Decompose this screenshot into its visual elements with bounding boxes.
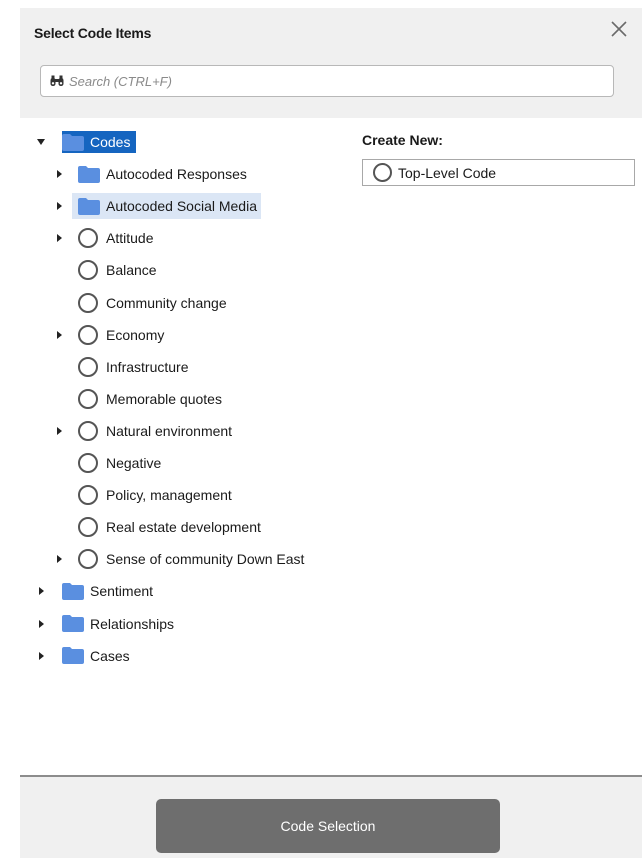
caret-right-icon[interactable] — [54, 201, 64, 211]
code-circle-icon — [78, 292, 98, 313]
folder-icon — [62, 647, 84, 665]
tree-item-label: Autocoded Responses — [106, 166, 247, 183]
tree-folder-row[interactable]: Cases — [39, 642, 130, 670]
tree-item-label: Autocoded Social Media — [106, 198, 257, 215]
folder-icon — [62, 133, 84, 151]
create-new-section: Create New: — [362, 132, 443, 148]
code-circle-icon — [78, 228, 98, 249]
tree-item-label: Sentiment — [90, 583, 154, 600]
caret-right-icon[interactable] — [36, 619, 46, 629]
code-circle-icon — [78, 549, 98, 570]
caret-right-icon[interactable] — [54, 330, 64, 340]
tree-code-row[interactable]: Sense of community Down East — [57, 545, 305, 573]
tree-item-label: Real estate development — [106, 519, 261, 536]
tree-code-row[interactable]: Balance — [78, 256, 157, 284]
folder-icon — [62, 615, 84, 632]
search-box — [40, 65, 614, 97]
code-circle-icon — [78, 453, 98, 473]
dialog-title: Select Code Items — [34, 25, 152, 41]
tree-code-row[interactable]: Memorable quotes — [78, 385, 222, 413]
tree-folder-row[interactable]: Autocoded Responses — [57, 160, 247, 188]
create-new-title: Create New: — [362, 132, 443, 148]
caret-right-icon[interactable] — [54, 426, 64, 436]
tree-item-label: Negative — [106, 455, 162, 471]
caret-right-icon[interactable] — [36, 651, 46, 661]
tree-item-label: Attitude — [106, 230, 154, 247]
code-circle-icon — [78, 388, 98, 409]
dialog-footer: Code Selection — [20, 777, 642, 858]
tree-code-row[interactable]: Real estate development — [78, 513, 261, 541]
tree-folder-row[interactable]: Sentiment — [39, 577, 154, 605]
folder-icon — [62, 582, 84, 600]
tree-folder-row[interactable]: Codes — [37, 131, 137, 153]
tree-item-label: Policy, management — [106, 487, 232, 504]
tree-code-row[interactable]: Natural environment — [57, 417, 233, 445]
tree-folder-row[interactable]: Autocoded Social Media — [57, 193, 261, 220]
search-input[interactable] — [69, 66, 609, 96]
top-level-code-label: Top-Level Code — [398, 164, 497, 181]
tree-code-row[interactable]: Negative — [78, 449, 161, 477]
code-circle-icon — [78, 420, 98, 441]
tree-item-label: Infrastructure — [106, 358, 189, 375]
folder-icon — [78, 165, 100, 183]
tree-code-row[interactable]: Infrastructure — [78, 353, 188, 381]
caret-right-icon[interactable] — [54, 233, 64, 243]
tree-item-label: Sense of community Down East — [106, 551, 305, 568]
top-level-code-button[interactable]: Top-Level Code — [362, 159, 635, 186]
code-circle-icon — [78, 324, 98, 345]
binoculars-icon — [50, 75, 64, 86]
tree-item-label: Codes — [90, 134, 131, 150]
tree-code-row[interactable]: Attitude — [57, 224, 154, 252]
tree-item-label: Cases — [90, 647, 130, 664]
caret-right-icon[interactable] — [36, 586, 46, 596]
caret-right-icon[interactable] — [54, 554, 64, 564]
tree-item-label: Balance — [106, 262, 157, 279]
tree-item-label: Memorable quotes — [106, 390, 222, 407]
code-circle-icon — [373, 163, 392, 182]
code-circle-icon — [78, 260, 98, 281]
tree-item-label: Economy — [106, 326, 165, 343]
tree-code-row[interactable]: Economy — [57, 321, 165, 349]
code-circle-icon — [78, 485, 98, 506]
code-selection-button[interactable]: Code Selection — [156, 799, 500, 853]
close-button[interactable] — [606, 16, 632, 42]
folder-icon — [78, 197, 100, 215]
tree-folder-row[interactable]: Relationships — [39, 610, 175, 638]
tree-item-label: Community change — [106, 294, 227, 311]
tree-item-label: Natural environment — [106, 422, 233, 439]
caret-down-icon[interactable] — [36, 137, 46, 147]
caret-right-icon[interactable] — [54, 169, 64, 179]
tree-code-row[interactable]: Policy, management — [78, 481, 232, 509]
dialog-header: Select Code Items — [20, 8, 642, 118]
select-code-items-dialog: Select Code Items Codes Autocoded Respons… — [20, 8, 642, 858]
tree-item-label: Relationships — [90, 615, 175, 632]
code-circle-icon — [78, 517, 98, 538]
code-circle-icon — [78, 356, 98, 377]
close-icon — [611, 21, 627, 37]
tree-code-row[interactable]: Community change — [78, 289, 227, 317]
